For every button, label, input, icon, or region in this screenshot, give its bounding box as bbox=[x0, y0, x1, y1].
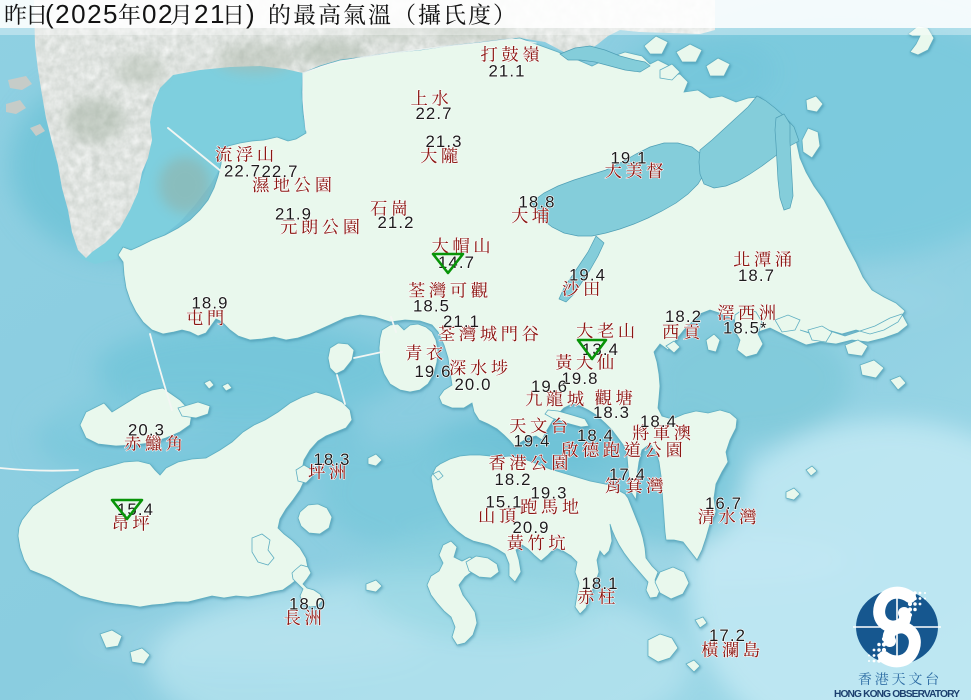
svg-text:21.1: 21.1 bbox=[489, 62, 526, 81]
svg-text:18.4: 18.4 bbox=[640, 412, 677, 431]
svg-text:18.2: 18.2 bbox=[665, 307, 702, 326]
svg-text:18.2: 18.2 bbox=[495, 470, 532, 489]
svg-text:22.7: 22.7 bbox=[416, 104, 453, 123]
svg-text:18.3: 18.3 bbox=[314, 450, 351, 469]
svg-text:18.8: 18.8 bbox=[519, 193, 556, 212]
svg-text:22.7: 22.7 bbox=[262, 162, 299, 181]
svg-text:22.7: 22.7 bbox=[224, 162, 261, 181]
svg-text:15.1: 15.1 bbox=[486, 493, 523, 512]
svg-text:20.9: 20.9 bbox=[513, 518, 550, 537]
svg-text:20.0: 20.0 bbox=[455, 375, 492, 394]
svg-text:19.4: 19.4 bbox=[569, 266, 606, 285]
svg-text:17.2: 17.2 bbox=[709, 626, 746, 645]
svg-text:19.6: 19.6 bbox=[531, 377, 568, 396]
svg-text:19.6: 19.6 bbox=[415, 362, 452, 381]
svg-text:21.1: 21.1 bbox=[443, 312, 480, 331]
svg-text:18.5*: 18.5* bbox=[723, 319, 768, 338]
svg-text:21: 21 bbox=[194, 0, 226, 29]
svg-text:18.4: 18.4 bbox=[577, 426, 614, 445]
svg-text:21.9: 21.9 bbox=[275, 205, 312, 224]
svg-text:19.1: 19.1 bbox=[611, 149, 648, 168]
svg-text:): ) bbox=[246, 0, 256, 29]
svg-text:20.3: 20.3 bbox=[128, 421, 165, 440]
svg-text:18.0: 18.0 bbox=[289, 595, 326, 614]
svg-text:17.4: 17.4 bbox=[609, 465, 646, 484]
svg-text:18.1: 18.1 bbox=[582, 574, 619, 593]
svg-text:19.4: 19.4 bbox=[514, 432, 551, 451]
svg-text:(2025: (2025 bbox=[45, 0, 119, 29]
svg-text:21.2: 21.2 bbox=[378, 213, 415, 232]
svg-text:18.9: 18.9 bbox=[192, 294, 229, 313]
svg-text:21.3: 21.3 bbox=[426, 132, 463, 151]
svg-text:02: 02 bbox=[142, 0, 174, 29]
svg-text:18.7: 18.7 bbox=[738, 266, 775, 285]
svg-text:HONG KONG OBSERVATORY: HONG KONG OBSERVATORY bbox=[834, 689, 960, 700]
svg-text:19.3: 19.3 bbox=[531, 484, 568, 503]
svg-text:16.7: 16.7 bbox=[705, 494, 742, 513]
svg-text:18.3: 18.3 bbox=[593, 403, 630, 422]
